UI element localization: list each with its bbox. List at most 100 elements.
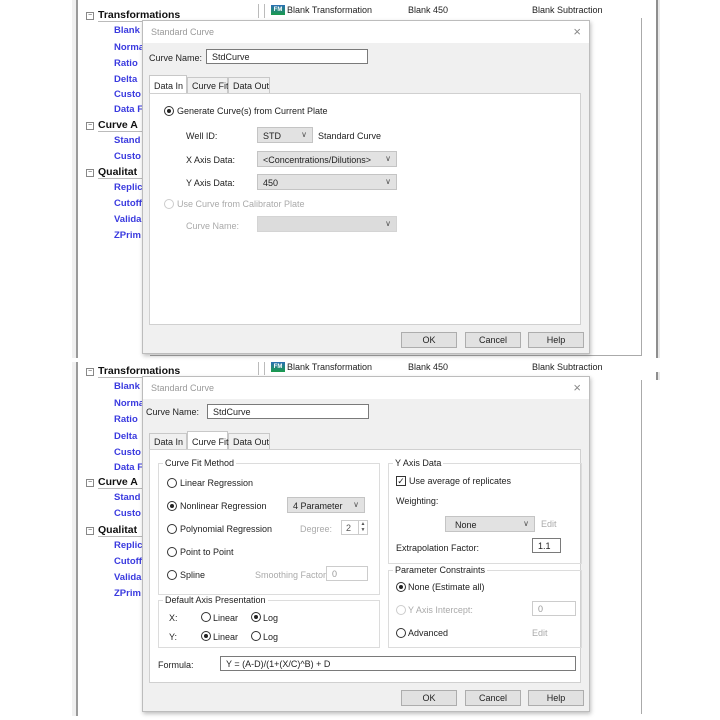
y-log-radio[interactable] bbox=[251, 631, 261, 641]
tree-item[interactable]: Custo bbox=[114, 508, 141, 519]
tree-item[interactable]: Replic bbox=[114, 182, 143, 193]
use-average-checkbox[interactable]: ✓ bbox=[396, 476, 406, 486]
tree-item[interactable]: Replic bbox=[114, 540, 143, 551]
tab-data-in[interactable]: Data In bbox=[149, 75, 187, 93]
x-linear-radio[interactable] bbox=[201, 612, 211, 622]
constraint-none-label: None (Estimate all) bbox=[408, 582, 485, 592]
cancel-button[interactable]: Cancel bbox=[465, 690, 521, 706]
tree-item[interactable]: Ratio bbox=[114, 414, 138, 425]
y-axis-data-label: Y Axis Data: bbox=[186, 178, 235, 188]
nonlinear-type-select[interactable]: 4 Parameter ∨ bbox=[287, 497, 365, 513]
degree-label: Degree: bbox=[300, 524, 333, 534]
row-col3: Blank Subtraction bbox=[532, 362, 603, 372]
tree-item[interactable]: Data F bbox=[114, 104, 143, 115]
tree-group-qualitative[interactable]: − Qualitat bbox=[86, 166, 137, 178]
tree-item[interactable]: Delta bbox=[114, 431, 137, 442]
chevron-down-icon: ∨ bbox=[301, 130, 307, 139]
tree-group-curve-analysis[interactable]: − Curve A bbox=[86, 476, 138, 488]
tab-data-in[interactable]: Data In bbox=[149, 433, 187, 449]
collapse-icon[interactable]: − bbox=[86, 368, 94, 376]
formula-label: Formula: bbox=[158, 660, 194, 670]
chevron-down-icon: ∨ bbox=[385, 154, 391, 163]
ok-button[interactable]: OK bbox=[401, 332, 457, 348]
collapse-icon[interactable]: − bbox=[86, 169, 94, 177]
tree-item[interactable]: Ratio bbox=[114, 58, 138, 69]
tab-data-out[interactable]: Data Out bbox=[228, 77, 270, 93]
tree-item[interactable]: Delta bbox=[114, 74, 137, 85]
scrollbar[interactable] bbox=[656, 0, 660, 358]
tree-item[interactable]: Custo bbox=[114, 89, 141, 100]
polynomial-regression-label: Polynomial Regression bbox=[180, 524, 273, 534]
nonlinear-regression-radio[interactable] bbox=[167, 501, 177, 511]
tree-item[interactable]: Stand bbox=[114, 135, 140, 146]
calib-curve-name-select[interactable]: ∨ bbox=[257, 216, 397, 232]
tree-item[interactable]: Valida bbox=[114, 572, 141, 583]
list-row[interactable]: FM Blank Transformation Blank 450 Blank … bbox=[258, 0, 660, 18]
spline-radio[interactable] bbox=[167, 570, 177, 580]
weighting-edit-link[interactable]: Edit bbox=[541, 519, 557, 529]
tree-item[interactable]: Cutoff bbox=[114, 198, 142, 209]
row-name: Blank Transformation bbox=[287, 362, 373, 372]
tree-item[interactable]: ZPrim bbox=[114, 230, 141, 241]
tab-curve-fit[interactable]: Curve Fit bbox=[187, 431, 229, 449]
generate-curve-radio[interactable] bbox=[164, 106, 174, 116]
scrollbar[interactable] bbox=[656, 372, 660, 380]
curve-name-input[interactable]: StdCurve bbox=[207, 404, 369, 419]
list-row[interactable]: FM Blank Transformation Blank 450 Blank … bbox=[258, 362, 660, 375]
x-log-radio[interactable] bbox=[251, 612, 261, 622]
weighting-label: Weighting: bbox=[396, 496, 439, 506]
curve-name-input[interactable]: StdCurve bbox=[206, 49, 368, 64]
point-to-point-radio[interactable] bbox=[167, 547, 177, 557]
advanced-edit-link[interactable]: Edit bbox=[532, 628, 548, 638]
degree-stepper[interactable]: 2 ▲ ▼ bbox=[341, 520, 368, 535]
close-icon[interactable]: × bbox=[573, 24, 581, 39]
help-button[interactable]: Help bbox=[528, 690, 584, 706]
collapse-icon[interactable]: − bbox=[86, 479, 94, 487]
constraint-intercept-input[interactable]: 0 bbox=[532, 601, 576, 616]
well-id-select[interactable]: STD ∨ bbox=[257, 127, 313, 143]
tree-item[interactable]: Custo bbox=[114, 151, 141, 162]
polynomial-regression-radio[interactable] bbox=[167, 524, 177, 534]
curve-name-label: Curve Name: bbox=[149, 53, 203, 63]
tree-group-curve-analysis[interactable]: − Curve A bbox=[86, 119, 138, 131]
weighting-select[interactable]: None ∨ bbox=[445, 516, 535, 532]
stepper-arrows-icon[interactable]: ▲ ▼ bbox=[358, 521, 367, 534]
ok-button[interactable]: OK bbox=[401, 690, 457, 706]
tree-item[interactable]: Norma bbox=[114, 398, 144, 409]
tree-item[interactable]: Data F bbox=[114, 462, 143, 473]
calibrator-radio[interactable] bbox=[164, 199, 174, 209]
tree-item[interactable]: ZPrim bbox=[114, 588, 141, 599]
tree-item[interactable]: Valida bbox=[114, 214, 141, 225]
tree-item[interactable]: Custo bbox=[114, 447, 141, 458]
tree-item[interactable]: Cutoff bbox=[114, 556, 142, 567]
divider bbox=[264, 362, 265, 375]
divider bbox=[258, 4, 259, 18]
constraint-advanced-radio[interactable] bbox=[396, 628, 406, 638]
smoothing-factor-input[interactable]: 0 bbox=[326, 566, 368, 581]
constraint-intercept-label: Y Axis Intercept: bbox=[408, 605, 473, 615]
constraint-intercept-radio[interactable] bbox=[396, 605, 406, 615]
close-icon[interactable]: × bbox=[573, 380, 581, 395]
help-button[interactable]: Help bbox=[528, 332, 584, 348]
y-linear-radio[interactable] bbox=[201, 631, 211, 641]
tree-item[interactable]: Blank bbox=[114, 25, 140, 36]
collapse-icon[interactable]: − bbox=[86, 12, 94, 20]
tab-data-out[interactable]: Data Out bbox=[228, 433, 270, 449]
collapse-icon[interactable]: − bbox=[86, 527, 94, 535]
collapse-icon[interactable]: − bbox=[86, 122, 94, 130]
y-axis-data-select[interactable]: 450 ∨ bbox=[257, 174, 397, 190]
standard-curve-dialog: Standard Curve × Curve Name: StdCurve Da… bbox=[142, 20, 590, 354]
linear-regression-radio[interactable] bbox=[167, 478, 177, 488]
row-col3: Blank Subtraction bbox=[532, 5, 603, 15]
group-legend: Curve Fit Method bbox=[163, 458, 237, 468]
formula-input[interactable]: Y = (A-D)/(1+(X/C)^B) + D bbox=[220, 656, 576, 671]
constraint-none-radio[interactable] bbox=[396, 582, 406, 592]
cancel-button[interactable]: Cancel bbox=[465, 332, 521, 348]
tree-group-qualitative[interactable]: − Qualitat bbox=[86, 524, 137, 536]
extrapolation-factor-input[interactable]: 1.1 bbox=[532, 538, 561, 553]
tree-item[interactable]: Norma bbox=[114, 42, 144, 53]
tab-curve-fit[interactable]: Curve Fit bbox=[187, 77, 229, 93]
tree-item[interactable]: Stand bbox=[114, 492, 140, 503]
tree-item[interactable]: Blank bbox=[114, 381, 140, 392]
x-axis-data-select[interactable]: <Concentrations/Dilutions> ∨ bbox=[257, 151, 397, 167]
